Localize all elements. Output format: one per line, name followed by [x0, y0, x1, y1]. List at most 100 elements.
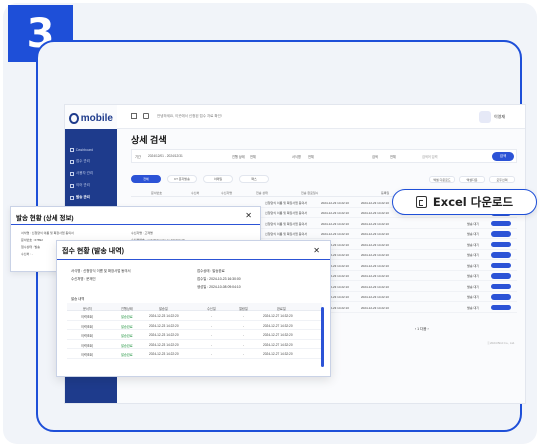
excel-download-button[interactable]: Excel 다운로드	[392, 189, 537, 215]
excel-button[interactable]: 엑셀다운	[459, 176, 485, 183]
col-header: 완료일	[277, 306, 286, 311]
row-read: -	[243, 323, 245, 328]
row-recv: -	[211, 342, 213, 347]
sidebar-item-dashboard[interactable]: Dashboard	[70, 145, 93, 154]
stage: 3 mobile Dashboard 접수 관리 사용자 관리 이어 관리 발송…	[0, 0, 540, 447]
col-header: 수신자명	[221, 191, 233, 195]
select-all-button[interactable]: 모두선택	[489, 176, 515, 183]
table-row[interactable]: 이력조회 발송완료 2024-12-23 14:22:20 - - 2024-12-27 …	[67, 311, 322, 321]
row-date: 2024-12-23 14:22:10	[361, 274, 389, 278]
tab-all[interactable]: 전체	[131, 175, 161, 183]
sidebar-item-send[interactable]: 발송 관리	[70, 193, 90, 202]
detail-button[interactable]	[491, 231, 511, 237]
table-row[interactable]: 이력조회 발송완료 2024-12-23 14:22:20 - - 2024-12-27 …	[67, 321, 322, 330]
row-doc: 이력조회	[81, 315, 93, 319]
row-status: 발송 대기	[467, 263, 479, 268]
table-row[interactable]: 이력조회 발송완료 2024-12-23 14:22:20 - - 2024-12-27 …	[67, 340, 322, 349]
modal-title: 접수 현황 (발송 내역)	[62, 248, 125, 255]
detail-line: 생성일 : 2024-10-08 09:04:10	[197, 285, 241, 289]
search-button[interactable]: 검색	[492, 152, 514, 161]
row-status: 발송 대기	[467, 305, 479, 310]
detail-line: 수신자명 : 고객명	[131, 231, 153, 235]
menu-toggle-icon[interactable]	[131, 113, 137, 119]
row-sent: 2024-12-23 14:22:20	[149, 352, 179, 356]
sidebar-item-history[interactable]: 이어 관리	[70, 181, 90, 190]
tab-bar: 전체 KT 문자발송 이메일 팩스	[131, 175, 269, 185]
user-menu[interactable]: 이영재	[478, 111, 505, 123]
row-recv: -	[211, 352, 213, 356]
receipt-status-modal: 접수 현황 (발송 내역) ✕ 서식명 : 신청양식 이름 및 확장사업 동의서…	[56, 240, 331, 377]
history-label: 발송 내역	[71, 297, 85, 301]
detail-button[interactable]	[491, 304, 511, 310]
detail-line: 수신처 : -	[21, 252, 33, 256]
type-select[interactable]: 전체	[308, 154, 314, 159]
user-icon	[70, 171, 74, 176]
sidebar-item-label: Dashboard	[76, 147, 94, 152]
logo[interactable]: mobile	[69, 111, 113, 125]
status-select[interactable]: 전체	[250, 154, 256, 159]
period-input[interactable]: 2024/12/01 - 2024/12/31	[148, 154, 183, 158]
row-read: -	[243, 352, 245, 356]
table-row[interactable]: 이력조회 발송완료 2024-12-23 14:22:20 - - 2024-12-27 …	[67, 330, 322, 340]
tab-kt[interactable]: KT 문자발송	[167, 175, 197, 183]
row-read: -	[243, 342, 245, 347]
sidebar-item-label: 이어 관리	[76, 183, 90, 187]
period-label: 기간	[135, 155, 141, 159]
document-icon	[70, 159, 74, 164]
excel-download-small-button[interactable]: 엑셀 다운로드	[429, 176, 455, 183]
detail-line: 수신처명 : 문재인	[71, 277, 96, 281]
row-doc: 이력조회	[81, 343, 93, 348]
row-status: 발송완료	[121, 353, 133, 357]
tab-email[interactable]: 이메일	[203, 175, 233, 183]
detail-button[interactable]	[491, 241, 511, 247]
row-doc: 이력조회	[81, 334, 93, 338]
row-status: 발송완료	[121, 315, 133, 319]
detail-line: 서식명 : 신청양식 이름 및 확장사업 동의서	[21, 231, 74, 235]
detail-button[interactable]	[491, 252, 511, 258]
detail-button[interactable]	[491, 294, 511, 300]
row-date: 2024-12-23 14:22:10	[361, 284, 389, 289]
pagination[interactable]: ‹ 1 다음 ›	[415, 327, 429, 332]
row-recv: -	[211, 333, 213, 337]
logo-area: mobile	[65, 105, 117, 129]
tool-buttons: 엑셀 다운로드 엑셀다운 모두선택	[429, 176, 515, 183]
col-header: 열람일	[239, 306, 248, 311]
detail-line: 문서번호 : 67892	[21, 238, 43, 242]
tab-fax[interactable]: 팩스	[239, 175, 269, 183]
avatar	[478, 111, 491, 123]
row-read: -	[243, 333, 245, 337]
row-status: 발송 대기	[467, 242, 479, 247]
status-label: 진행 상태	[232, 155, 245, 159]
name-select[interactable]: 전체	[390, 154, 396, 159]
sidebar-item-receipt[interactable]: 접수 관리	[70, 157, 90, 166]
row-status: 발송완료	[121, 343, 133, 348]
row-date: 2024-12-23 14:22:10	[361, 242, 389, 247]
scrollbar[interactable]	[321, 307, 324, 367]
page-title: 상세 검색	[131, 135, 167, 145]
row-date: 2024-12-23 14:22:10	[361, 295, 389, 299]
row-doc: 신청양식 이름 및 확장사업 동의서	[265, 221, 307, 226]
detail-button[interactable]	[491, 283, 511, 289]
home-icon[interactable]	[143, 113, 149, 119]
row-date: 2024-12-23 14:22:10	[361, 253, 389, 257]
breadcrumb: 안녕하세요, 이곳에서 신청된 접수 자료 확인!	[157, 114, 222, 118]
detail-button[interactable]	[491, 262, 511, 268]
close-icon[interactable]: ✕	[245, 211, 252, 220]
table-row[interactable]: 이력조회 발송완료 2024-12-23 14:22:20 - - 2024-12-27 …	[67, 349, 322, 359]
copyright: ⓒ2024 Bird Co., Ltd.	[486, 341, 515, 345]
sidebar-item-users[interactable]: 사용자 관리	[70, 169, 93, 178]
col-header: 전송 완료일시	[301, 191, 319, 195]
row-status: 발송 대기	[467, 274, 479, 278]
row-status: 발송 대기	[467, 284, 479, 289]
close-icon[interactable]: ✕	[313, 246, 320, 255]
detail-line: 접수일 : 2024-10-23 16:30:00	[197, 277, 241, 281]
detail-button[interactable]	[491, 273, 511, 279]
row-read: -	[243, 314, 245, 318]
detail-button[interactable]	[491, 220, 511, 226]
row-sent: 2024-12-23 14:22:20	[149, 314, 179, 318]
col-header: 등록일	[381, 191, 390, 195]
detail-line: 서식명 : 신청양식 이름 및 확장사업 동의서	[71, 269, 131, 273]
filter-bar: 기간 2024/12/01 - 2024/12/31 진행 상태 전체 서식명 …	[131, 149, 517, 163]
row-status: 발송 대기	[467, 232, 479, 236]
search-input[interactable]: 검색어 입력	[422, 154, 438, 159]
